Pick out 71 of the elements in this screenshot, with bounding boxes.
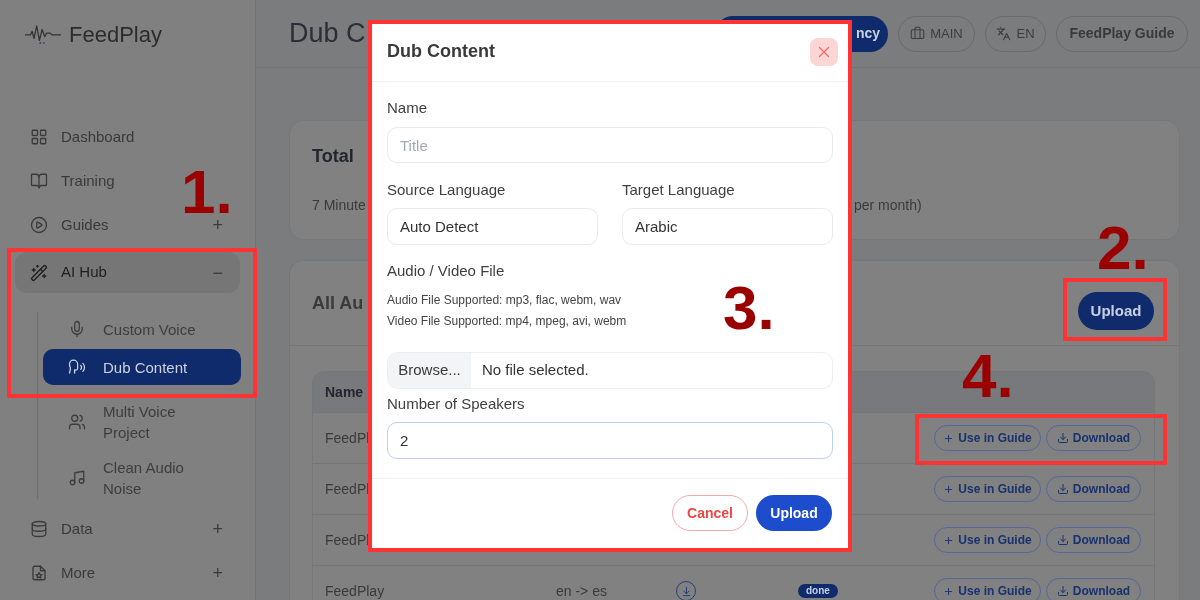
download-icon (1056, 432, 1069, 444)
download-icon (1056, 483, 1069, 495)
step-number: 2. (1097, 225, 1149, 271)
field-label: Audio / Video File (387, 261, 506, 281)
magic-wand-icon (30, 263, 48, 282)
sidebar-item[interactable]: Training (30, 169, 115, 193)
name-field[interactable]: Title (387, 127, 833, 163)
submenu-item[interactable]: Multi Voice Project (43, 398, 241, 445)
speaking-person-icon (68, 358, 86, 376)
step-number: 4. (962, 353, 1014, 399)
briefcase-icon (910, 26, 926, 41)
usage-text: 7 Minute (312, 196, 366, 215)
people-icon (68, 412, 86, 431)
field-label: Target Language (622, 180, 736, 200)
column-header: Name (324, 382, 364, 402)
file-input-field[interactable]: Browse... No file selected. (387, 352, 833, 389)
submenu-item[interactable]: Clean Audio Noise (43, 457, 241, 499)
table-cell-text: en -> es (556, 581, 607, 600)
plus-icon (943, 534, 955, 546)
sidebar-item[interactable]: Data (30, 517, 93, 541)
plus-icon (943, 432, 955, 444)
table-cell-text: FeedPl (325, 479, 370, 499)
upload-button[interactable]: Upload (1078, 292, 1154, 330)
grid-icon (30, 128, 48, 146)
translate-icon (996, 26, 1012, 41)
source-language-field[interactable]: Auto Detect (387, 208, 598, 245)
file-star-icon (30, 564, 48, 582)
sidebar-item[interactable]: Dashboard (30, 125, 135, 149)
book-icon (30, 172, 48, 190)
plus-icon (943, 483, 955, 495)
format-hint: Video File Supported: mp4, mpeg, avi, webm (387, 313, 627, 330)
close-button[interactable] (810, 37, 838, 66)
field-label: Number of Speakers (387, 394, 526, 414)
field-label: Source Language (387, 180, 507, 200)
expand-toggle[interactable]: + (212, 564, 223, 582)
brand-name: FeedPlay (69, 20, 162, 49)
upload-button[interactable]: Upload (756, 495, 832, 531)
usage-text: per month) (854, 196, 922, 215)
page-title: Dub C (289, 17, 366, 51)
sidebar-item[interactable]: AI Hub − (15, 252, 240, 293)
expand-toggle[interactable]: + (212, 520, 223, 538)
expand-toggle[interactable]: − (212, 263, 223, 282)
target-language-field[interactable]: Arabic (622, 208, 833, 245)
play-circle-icon (30, 216, 48, 234)
sidebar-item[interactable]: Guides (30, 213, 109, 237)
table-cell-text: FeedPl (325, 530, 370, 550)
file-status-text: No file selected. (482, 360, 589, 381)
card-title: Total (312, 145, 354, 167)
card-title: All Au (312, 292, 364, 314)
submenu-item[interactable]: Dub Content (43, 349, 241, 385)
database-icon (30, 520, 48, 538)
microphone-icon (68, 320, 86, 338)
speakers-field[interactable]: 2 (387, 422, 833, 459)
step-number: 3. (723, 285, 775, 331)
table-cell-text: FeedPlay (325, 581, 385, 600)
logo-icon (25, 23, 61, 45)
step-number: 1. (181, 169, 233, 215)
format-hint: Audio File Supported: mp3, flac, webm, wav (387, 292, 622, 309)
field-label: Name (387, 98, 428, 118)
sidebar-item[interactable]: More (30, 561, 96, 585)
status-badge: done (798, 584, 838, 598)
dialog-title: Dub Content (387, 40, 495, 63)
music-note-icon (68, 469, 86, 487)
expand-toggle[interactable]: + (212, 216, 223, 234)
download-icon (1056, 585, 1069, 597)
submenu-item[interactable]: Custom Voice (43, 312, 241, 346)
plus-icon (943, 585, 955, 597)
table-cell-text: FeedPl (325, 428, 370, 448)
guide-button[interactable]: FeedPlay Guide (1056, 15, 1188, 52)
download-icon (1056, 534, 1069, 546)
browse-button[interactable]: Browse... (388, 353, 471, 388)
